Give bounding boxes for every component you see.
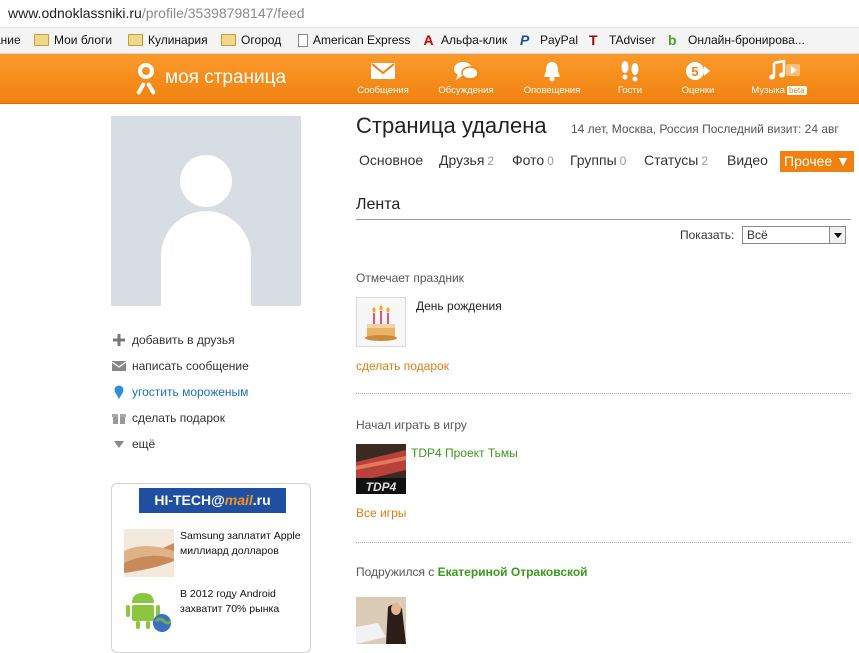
nav-discussions[interactable]: Обсуждения — [431, 60, 501, 96]
odnoklassniki-logo-icon[interactable] — [136, 63, 156, 96]
bookmark-garden[interactable]: Огород — [221, 33, 281, 47]
bookmark-american-express[interactable]: American Express — [298, 33, 410, 47]
dropdown-arrow-icon — [829, 227, 845, 243]
plus-icon — [113, 334, 125, 346]
bookmark-0[interactable]: ание — [0, 33, 21, 47]
tab-photos[interactable]: Фото 0 — [512, 152, 554, 168]
nav-messages[interactable]: Сообщения — [348, 60, 418, 96]
bookmark-tadviser[interactable]: T TAdviser — [589, 33, 655, 47]
hitech-mail-logo[interactable]: HI-TECH@mail.ru — [139, 488, 286, 513]
more-tabs-button[interactable]: Прочее ▼ — [780, 151, 854, 172]
friend-photo[interactable] — [356, 597, 406, 644]
folder-icon — [34, 34, 49, 46]
triangle-down-icon — [114, 441, 124, 448]
tab-statuses[interactable]: Статусы 2 — [644, 152, 708, 168]
bookmark-booking[interactable]: b Онлайн-бронирова... — [668, 33, 805, 47]
url-domain: www.odnoklassniki.ru — [8, 5, 142, 21]
nav-notifications[interactable]: Оповещения — [517, 60, 587, 96]
nav-music[interactable]: Музыка beta — [744, 60, 814, 96]
make-gift-feed-link[interactable]: сделать подарок — [356, 359, 449, 373]
hitech-news-widget: HI-TECH@mail.ru Samsung заплатит Apple м… — [111, 483, 311, 653]
profile-name: Страница удалена — [356, 113, 547, 138]
tab-videos[interactable]: Видео — [727, 152, 768, 168]
birthday-cake-icon — [356, 297, 406, 347]
make-gift-link[interactable]: сделать подарок — [112, 411, 225, 425]
envelope-icon — [112, 361, 126, 371]
tab-main[interactable]: Основное — [359, 152, 423, 168]
address-bar[interactable]: www.odnoklassniki.ru/profile/35398798147… — [0, 0, 859, 28]
envelope-icon — [371, 63, 395, 79]
more-actions-link[interactable]: ещё — [112, 437, 155, 451]
feed-separator — [356, 542, 851, 543]
svg-text:5: 5 — [691, 64, 698, 79]
top-navigation: моя страница Сообщения Обсуждения Оповещ… — [0, 54, 859, 104]
url-path: /profile/35398798147/feed — [141, 5, 305, 21]
event-title: Отмечает праздник — [356, 271, 464, 285]
profile-avatar[interactable] — [111, 116, 301, 306]
event-title: Начал играть в игру — [356, 418, 467, 432]
avatar-placeholder-icon — [180, 155, 232, 207]
add-friend-link[interactable]: добавить в друзья — [112, 333, 235, 347]
show-filter-label: Показать: — [680, 228, 735, 242]
feed-divider — [356, 219, 851, 220]
android-thumb — [124, 587, 174, 635]
show-filter-select[interactable]: Всё — [742, 226, 846, 244]
music-icon — [769, 60, 800, 80]
beta-badge: beta — [787, 86, 807, 95]
tab-groups[interactable]: Группы 0 — [570, 152, 626, 168]
event-friendship: Подружился с Екатериной Отраковской — [356, 565, 588, 579]
bookmark-cooking[interactable]: Кулинария — [128, 33, 208, 47]
tadviser-icon: T — [589, 32, 598, 48]
bookmarks-bar: ание Мои блоги Кулинария Огород American… — [0, 28, 859, 54]
chat-bubbles-icon — [454, 62, 479, 80]
booking-icon: b — [668, 32, 677, 48]
ice-cream-icon — [114, 385, 124, 399]
nav-guests[interactable]: Гости — [595, 60, 665, 96]
alfa-icon: А — [423, 32, 434, 48]
game-tdp4-icon[interactable]: TDP4 — [356, 444, 406, 494]
send-message-link[interactable]: написать сообщение — [112, 359, 249, 373]
bell-icon — [544, 62, 560, 82]
my-page-link[interactable]: моя страница — [165, 67, 286, 89]
bookmark-my-blogs[interactable]: Мои блоги — [34, 33, 112, 47]
feed-separator — [356, 393, 851, 394]
paypal-icon: P — [520, 32, 530, 48]
page-icon — [298, 33, 308, 47]
bookmark-alfa-click[interactable]: А Альфа-клик — [421, 33, 507, 47]
gift-icon — [112, 414, 126, 424]
feed-heading: Лента — [356, 196, 401, 213]
nav-ratings[interactable]: 5 Оценки — [663, 60, 733, 96]
handshake-thumb — [124, 529, 174, 577]
bookmark-paypal[interactable]: P PayPal — [520, 33, 578, 47]
svg-text:TDP4: TDP4 — [366, 480, 397, 494]
friend-name-link[interactable]: Екатериной Отраковской — [438, 565, 588, 579]
game-title-link[interactable]: TDP4 Проект Тьмы — [411, 446, 518, 460]
birthday-label: День рождения — [416, 299, 502, 313]
all-games-link[interactable]: Все игры — [356, 506, 406, 520]
footprints-icon — [621, 61, 639, 82]
treat-ice-cream-link[interactable]: угостить мороженым — [112, 385, 248, 399]
tab-friends[interactable]: Друзья 2 — [439, 152, 494, 168]
folder-icon — [221, 34, 236, 46]
folder-icon — [128, 34, 143, 46]
profile-meta: 14 лет, Москва, Россия Последний визит: … — [571, 122, 839, 136]
rating-five-icon: 5 — [686, 62, 710, 80]
